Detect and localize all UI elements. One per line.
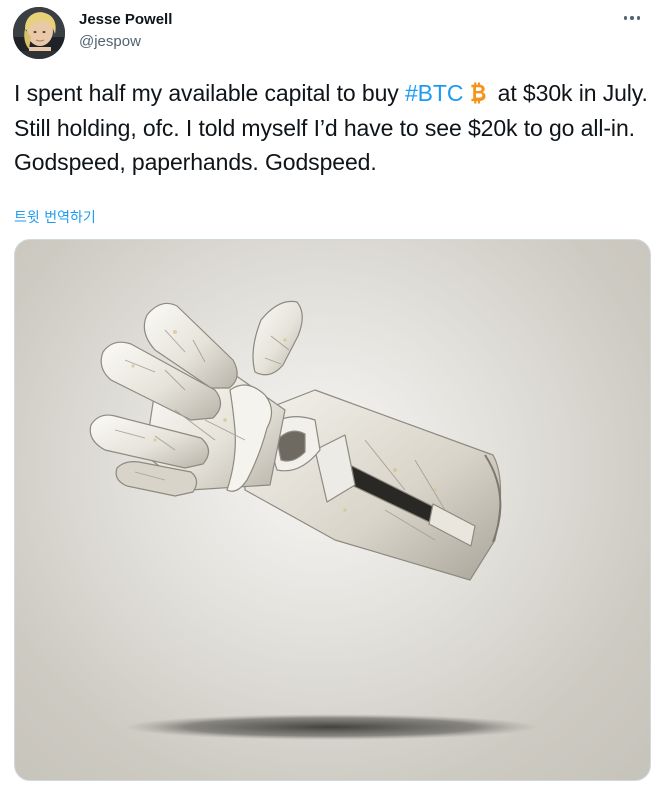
more-horizontal-icon [630,16,634,20]
more-horizontal-icon [623,16,628,20]
tweet-media[interactable] [14,239,651,781]
tweet-card: Jesse Powell @jespow I spent half my ava… [0,0,662,792]
bitcoin-icon [471,82,486,104]
more-options-button[interactable] [618,6,646,30]
tweet-text: I spent half my available capital to buy… [14,76,654,180]
author-block: Jesse Powell @jespow [79,10,172,52]
paper-glove-image [89,300,538,740]
hashtag-link[interactable]: #BTC [405,80,464,106]
avatar-image [13,7,65,59]
avatar[interactable] [13,7,65,59]
author-name[interactable]: Jesse Powell [79,10,172,30]
tweet-text-part: I spent half my available capital to buy [14,80,405,106]
author-handle[interactable]: @jespow [79,32,172,52]
more-horizontal-icon [636,16,641,20]
translate-tweet-link[interactable]: 트윗 번역하기 [14,207,96,227]
